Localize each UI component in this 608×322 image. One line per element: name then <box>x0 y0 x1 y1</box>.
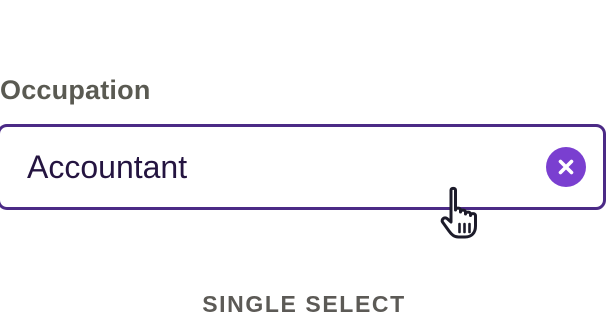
field-label: Occupation <box>0 75 151 105</box>
clear-selection-button[interactable] <box>546 147 586 187</box>
caption: SINGLE SELECT <box>202 291 406 317</box>
selected-value: Accountant <box>27 149 188 185</box>
close-icon <box>558 159 574 175</box>
hand-pointer-icon <box>440 186 477 239</box>
occupation-select[interactable]: Accountant <box>0 124 606 210</box>
single-select-demo: Occupation Accountant SINGLE SELECT <box>0 0 608 322</box>
